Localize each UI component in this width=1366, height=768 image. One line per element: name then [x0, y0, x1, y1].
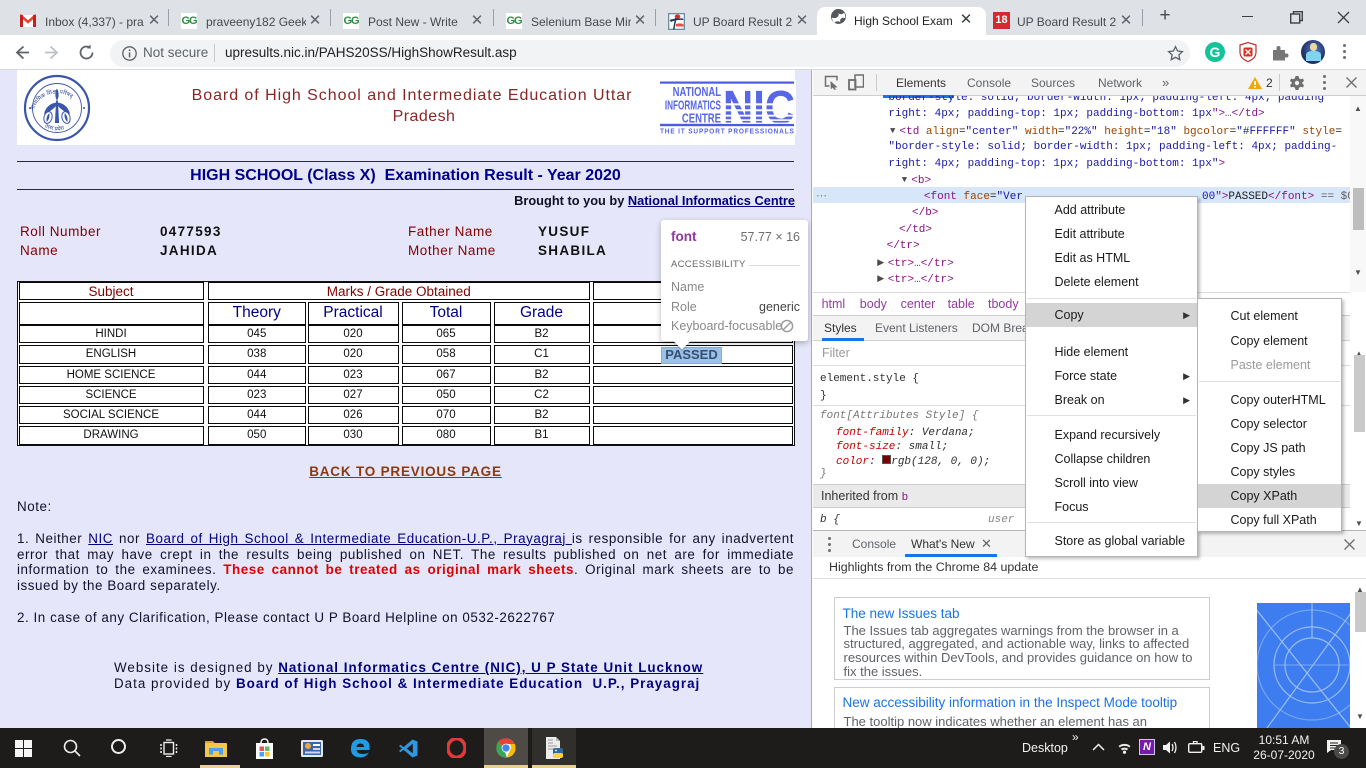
svg-text:CENTRE: CENTRE: [682, 112, 721, 126]
svg-text:INFORMATICS: INFORMATICS: [665, 99, 721, 113]
svg-text:NIC: NIC: [723, 81, 795, 134]
svg-text:THE IT SUPPORT PROFESSIONALS: THE IT SUPPORT PROFESSIONALS: [660, 128, 795, 135]
svg-text:NATIONAL: NATIONAL: [673, 86, 721, 100]
